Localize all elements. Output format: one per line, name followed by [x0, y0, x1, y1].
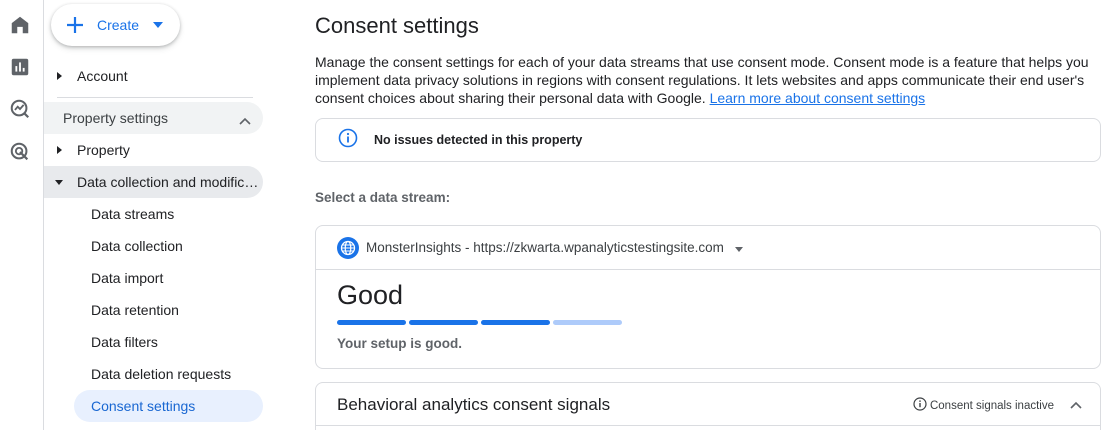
behavioral-signals-title: Behavioral analytics consent signals [337, 395, 611, 414]
status-meter [337, 320, 625, 325]
nav-property-label: Property [77, 142, 130, 158]
nav-item-data-deletion-requests[interactable]: Data deletion requests [44, 358, 263, 390]
nav-item-consent-settings[interactable]: Consent settings [74, 390, 263, 422]
status-meter-segment [481, 320, 550, 325]
advertising-icon[interactable] [9, 141, 31, 163]
nav-item-label: Data retention [91, 302, 179, 318]
setup-status-text: Your setup is good. [337, 336, 463, 351]
nav-item-label: Data filters [91, 334, 158, 350]
reports-icon[interactable] [9, 56, 31, 78]
nav-divider [57, 97, 253, 98]
nav-property[interactable]: Property [44, 134, 130, 166]
nav-data-collection-group[interactable]: Data collection and modifications [44, 166, 263, 198]
stream-card: MonsterInsights - https://zkwarta.wpanal… [315, 225, 1101, 369]
status-meter-segment [553, 320, 622, 325]
nav-group-property-settings[interactable]: Property settings [44, 102, 263, 134]
behavioral-signals-card: Behavioral analytics consent signals Con… [315, 382, 1101, 430]
nav-item-data-filters[interactable]: Data filters [44, 326, 263, 358]
caret-right-icon [54, 146, 64, 154]
status-title: Good [337, 280, 404, 310]
card-divider [316, 425, 1100, 426]
info-banner: No issues detected in this property [315, 118, 1101, 162]
consent-signals-status: Consent signals inactive [913, 397, 1054, 414]
status-meter-segment [337, 320, 406, 325]
stream-selector[interactable]: MonsterInsights - https://zkwarta.wpanal… [316, 226, 1100, 270]
nav-data-collection-label: Data collection and modifications [77, 174, 262, 190]
learn-more-link[interactable]: Learn more about consent settings [710, 90, 926, 106]
nav-item-data-retention[interactable]: Data retention [44, 294, 263, 326]
consent-signals-status-text: Consent signals inactive [929, 399, 1054, 412]
icon-rail [0, 0, 44, 430]
info-message: No issues detected in this property [374, 133, 583, 147]
nav-item-label: Data import [91, 270, 164, 286]
stream-name: MonsterInsights - https://zkwarta.wpanal… [366, 240, 724, 255]
info-icon [913, 397, 927, 414]
page-description: Manage the consent settings for each of … [315, 53, 1105, 107]
description-text: Manage the consent settings for each of … [315, 54, 1089, 106]
nav-item-label: Data streams [91, 206, 175, 222]
nav-item-data-import[interactable]: Data import [44, 262, 263, 294]
home-icon[interactable] [9, 14, 31, 36]
globe-icon [337, 236, 359, 259]
page-title: Consent settings [315, 13, 479, 38]
info-icon [338, 128, 358, 153]
nav-account[interactable]: Account [44, 60, 128, 92]
nav-item-label: Data collection [91, 238, 183, 254]
nav-item-label: Consent settings [91, 398, 196, 414]
caret-down-icon [54, 179, 64, 185]
explore-icon[interactable] [9, 98, 31, 120]
chevron-up-icon[interactable] [1070, 396, 1082, 414]
status-meter-segment [409, 320, 478, 325]
select-stream-label: Select a data stream: [315, 190, 451, 205]
nav-item-data-streams[interactable]: Data streams [44, 198, 263, 230]
nav-item-data-collection[interactable]: Data collection [44, 230, 263, 262]
nav-item-label: Data deletion requests [91, 366, 232, 382]
caret-right-icon [54, 72, 64, 80]
caret-down-icon [734, 239, 743, 257]
settings-nav: Account Property settings Property Data … [44, 0, 270, 430]
chevron-up-icon [239, 112, 251, 128]
nav-account-label: Account [77, 68, 128, 84]
nav-group-label: Property settings [63, 110, 169, 126]
